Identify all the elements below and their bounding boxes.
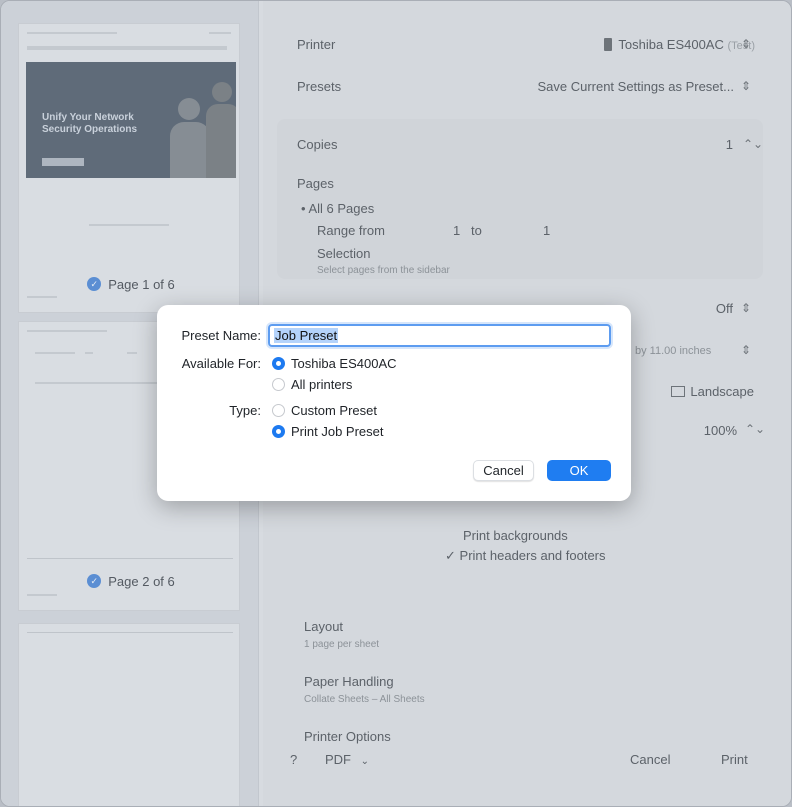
thumb-hero-image: Unify Your Network Security Operations <box>26 62 236 178</box>
thumb-header-line <box>209 32 231 34</box>
copies-field[interactable]: 1 <box>687 137 733 152</box>
range-to-field[interactable]: 1 <box>543 223 550 238</box>
thumb-nav-bar <box>27 46 227 50</box>
updown-chevron-icon: ⇕ <box>741 79 752 93</box>
available-option-label: All printers <box>291 377 353 392</box>
all-pages-label: All 6 Pages <box>308 201 375 216</box>
thumb-header-line <box>27 32 117 34</box>
print-backgrounds-checkbox[interactable]: Print backgrounds <box>463 528 568 543</box>
orientation-label: Landscape <box>690 384 754 399</box>
copies-label: Copies <box>297 137 338 152</box>
thumb-stat-line <box>85 352 93 354</box>
page-label-text: Page 2 of 6 <box>108 573 175 589</box>
preset-name-value: Job Preset <box>274 328 339 343</box>
thumb-stat-line <box>35 352 75 354</box>
help-button[interactable]: ? <box>290 752 297 767</box>
page-1-label[interactable]: ✓ Page 1 of 6 <box>77 270 185 298</box>
hero-person-body <box>206 104 236 178</box>
pdf-label: PDF <box>325 752 351 767</box>
selection-radio[interactable]: Selection <box>317 246 370 261</box>
updown-chevron-icon: ⇕ <box>741 37 752 51</box>
radio-unselected-icon <box>272 378 285 391</box>
all-pages-radio[interactable]: • All 6 Pages <box>301 201 374 216</box>
thumb-divider <box>27 558 233 559</box>
preset-name-input[interactable]: Job Preset <box>268 324 611 347</box>
type-print-job-preset-radio[interactable]: Print Job Preset <box>272 424 384 439</box>
preset-name-label: Preset Name: <box>181 328 261 343</box>
range-from-label[interactable]: Range from <box>317 223 385 238</box>
hero-person-head <box>212 82 232 102</box>
scale-field[interactable]: 100% <box>683 423 737 438</box>
selection-hint: Select pages from the sidebar <box>317 265 450 276</box>
thumb-stat-line <box>127 352 137 354</box>
type-option-label: Print Job Preset <box>291 424 384 439</box>
print-cancel-button[interactable]: Cancel <box>630 752 670 767</box>
headers-footers-label: Print headers and footers <box>459 548 606 563</box>
page-label-text: Page 1 of 6 <box>108 276 175 292</box>
print-button[interactable]: Print <box>721 752 748 767</box>
paper-handling-sub: Collate Sheets – All Sheets <box>304 694 425 705</box>
checkmark-icon: ✓ <box>87 277 102 291</box>
print-headers-footers-checkbox[interactable]: ✓ Print headers and footers <box>445 548 606 564</box>
checkmark-icon: ✓ <box>445 548 456 563</box>
layout-sub: 1 page per sheet <box>304 639 380 650</box>
hero-person-body <box>170 122 210 178</box>
printer-label: Printer <box>297 37 336 52</box>
available-option-label: Toshiba ES400AC <box>291 356 397 371</box>
thumb-body-line <box>89 224 169 226</box>
pdf-menu-button[interactable]: PDF ⌄ <box>325 752 369 767</box>
updown-chevron-icon: ⇕ <box>741 343 752 357</box>
thumb-footer-line <box>27 296 57 298</box>
pages-label: Pages <box>297 176 334 191</box>
printer-icon <box>604 38 613 51</box>
hero-headline: Unify Your Network Security Operations <box>42 112 138 135</box>
hero-person-head <box>178 98 200 120</box>
printer-value: Toshiba ES400AC <box>618 37 724 52</box>
copies-pages-panel: Copies 1 ⌃⌄ Pages • All 6 Pages Range fr… <box>277 119 763 279</box>
paper-size-value[interactable]: by 11.00 inches <box>635 345 711 357</box>
copies-stepper[interactable]: ⌃⌄ <box>743 137 763 151</box>
paper-handling-section[interactable]: Paper Handling <box>304 674 394 689</box>
ok-button[interactable]: OK <box>547 460 611 481</box>
checkmark-icon: ✓ <box>87 574 102 588</box>
type-label: Type: <box>229 403 261 418</box>
landscape-icon <box>671 386 686 397</box>
available-all-printers-radio[interactable]: All printers <box>272 377 352 392</box>
thumb-header-line <box>27 632 233 633</box>
layout-section[interactable]: Layout <box>304 619 343 634</box>
radio-selected-icon <box>272 357 285 370</box>
presets-select[interactable]: Save Current Settings as Preset... <box>513 79 734 94</box>
page-2-label[interactable]: ✓ Page 2 of 6 <box>77 567 185 595</box>
presets-label: Presets <box>297 79 342 94</box>
bottom-bar: ? PDF ⌄ Cancel Print <box>263 746 791 806</box>
available-toshiba-radio[interactable]: Toshiba ES400AC <box>272 356 397 371</box>
available-for-label: Available For: <box>181 356 261 371</box>
orientation-landscape[interactable]: Landscape <box>659 384 754 399</box>
page-thumbnail-3[interactable] <box>18 623 240 806</box>
printer-select[interactable]: Toshiba ES400AC (Test) <box>513 37 755 52</box>
save-preset-modal: Preset Name: Job Preset Available For: T… <box>157 305 631 501</box>
chevron-down-icon: ⌄ <box>360 756 370 767</box>
radio-selected-icon <box>272 425 285 438</box>
page-thumbnail-1[interactable]: Unify Your Network Security Operations ✓… <box>18 23 240 313</box>
two-sided-select[interactable]: Off <box>683 301 733 316</box>
range-to-label: to <box>471 223 482 238</box>
cancel-button[interactable]: Cancel <box>473 460 534 481</box>
type-option-label: Custom Preset <box>291 403 377 418</box>
hero-cta <box>42 158 84 166</box>
type-custom-preset-radio[interactable]: Custom Preset <box>272 403 377 418</box>
radio-unselected-icon <box>272 404 285 417</box>
thumb-footer-line <box>27 594 57 596</box>
updown-chevron-icon: ⇕ <box>741 301 752 315</box>
range-from-field[interactable]: 1 <box>453 223 460 238</box>
thumb-header-line <box>27 330 107 332</box>
scale-stepper[interactable]: ⌃⌄ <box>745 422 765 436</box>
printer-options-section[interactable]: Printer Options <box>304 729 391 744</box>
